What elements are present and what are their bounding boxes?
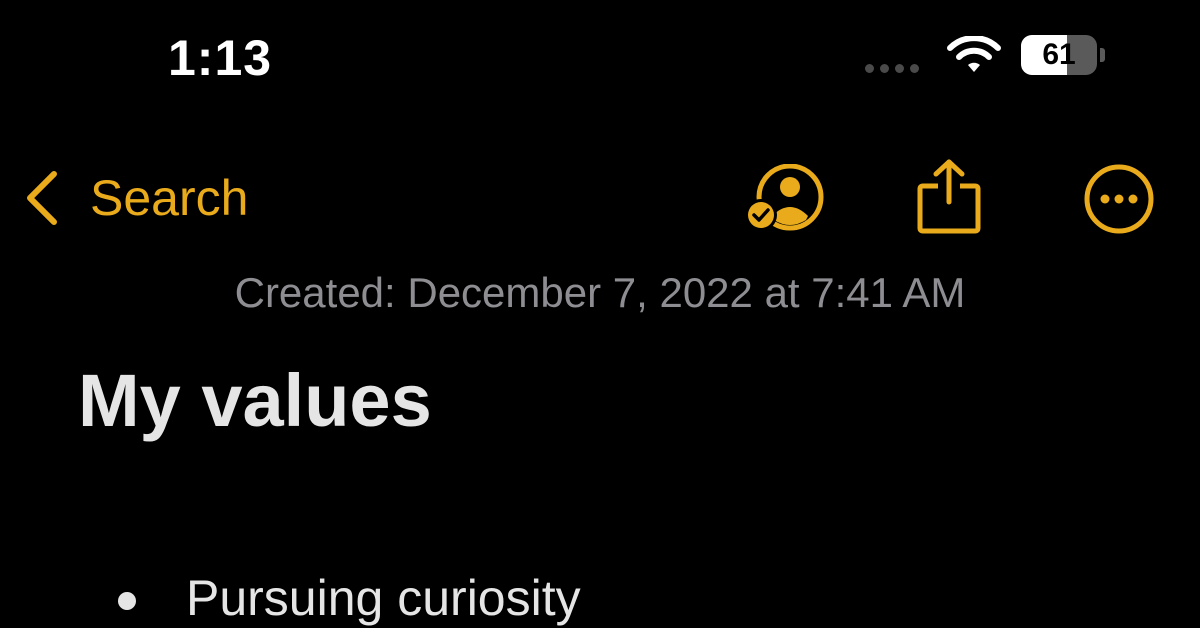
cellular-dot xyxy=(910,64,919,73)
list-item-text: Pursuing curiosity xyxy=(186,570,581,626)
back-label: Search xyxy=(90,170,249,226)
list-item[interactable]: Pursuing curiosity xyxy=(118,568,581,628)
bullet-dot xyxy=(118,592,136,610)
status-time: 1:13 xyxy=(168,30,273,86)
battery-icon: 61 xyxy=(1021,35,1105,77)
back-button[interactable]: Search xyxy=(22,166,248,230)
cellular-dots-icon xyxy=(865,64,919,73)
cellular-dot xyxy=(895,64,904,73)
person-check-icon[interactable] xyxy=(744,164,828,234)
note-title: My values xyxy=(78,359,432,442)
wifi-icon xyxy=(947,36,1001,72)
battery-level: 61 xyxy=(1042,38,1076,71)
chevron-left-icon xyxy=(27,171,57,225)
created-timestamp: Created: December 7, 2022 at 7:41 AM xyxy=(234,269,966,316)
battery-body: 61 xyxy=(1021,35,1097,75)
ellipsis-circle-icon[interactable] xyxy=(1083,163,1155,235)
cellular-dot xyxy=(880,64,889,73)
battery-cap xyxy=(1100,48,1105,62)
share-icon[interactable] xyxy=(916,158,982,234)
cellular-dot xyxy=(865,64,874,73)
